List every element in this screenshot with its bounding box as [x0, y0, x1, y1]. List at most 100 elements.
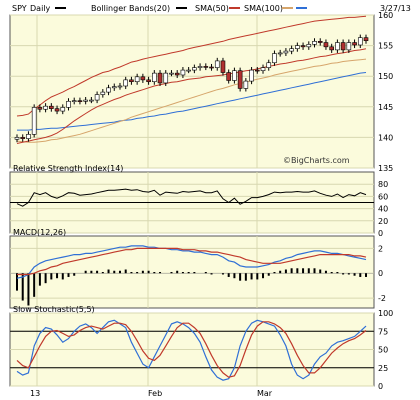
candle-body: [94, 94, 100, 101]
candle-body: [49, 105, 54, 109]
y-tick-label: 50: [378, 346, 388, 355]
candle-body: [226, 72, 231, 81]
candle-body: [37, 107, 43, 110]
candle-body: [220, 60, 226, 73]
candle-body: [306, 44, 312, 48]
y-tick-label: 20: [378, 217, 388, 226]
y-tick-label: 80: [378, 180, 388, 189]
candle-body: [340, 42, 346, 51]
candle-body: [237, 70, 243, 89]
candle-body: [209, 66, 214, 69]
x-axis-labels: 13 Feb Mar: [30, 389, 273, 398]
y-tick-label: 0: [378, 382, 383, 391]
legend-bollinger-label: Bollinger Bands(20): [91, 4, 170, 13]
x-label-mar: Mar: [257, 389, 273, 398]
candle-body: [289, 48, 294, 52]
candle-body: [106, 87, 111, 93]
candle-body: [157, 72, 163, 84]
candle-body: [123, 79, 129, 87]
candle-body: [20, 137, 26, 139]
candle-body: [117, 85, 123, 88]
candle-body: [352, 42, 357, 46]
y-tick-label: 160: [378, 11, 393, 20]
candle-body: [26, 134, 31, 139]
candle-body: [83, 99, 88, 102]
y-tick-label: 0: [378, 269, 383, 278]
candle-body: [163, 72, 169, 84]
y-tick-label: 150: [378, 72, 393, 81]
candle-body: [329, 46, 334, 51]
y-tick-label: 25: [378, 364, 388, 373]
stock-chart: SPY Daily Bollinger Bands(20) SMA(50) SM…: [9, 4, 411, 398]
watermark: ©BigCharts.com: [283, 156, 350, 165]
y-tick-label: 2: [378, 244, 383, 253]
legend-sma50-label: SMA(50): [195, 4, 229, 13]
y-tick-label: -2: [378, 294, 386, 303]
candle-body: [186, 69, 191, 72]
header-period: Daily: [30, 4, 51, 13]
candle-body: [323, 42, 329, 48]
candle-body: [266, 62, 272, 68]
candle-body: [335, 42, 340, 51]
candle-body: [249, 69, 254, 82]
panels: 135140145150155160020406080Relative Stre…: [9, 11, 393, 391]
candle-body: [31, 107, 37, 135]
candle-body: [14, 137, 20, 140]
candle-body: [54, 108, 60, 112]
candle-body: [363, 37, 369, 42]
candle-body: [134, 76, 140, 83]
candle-body: [146, 79, 151, 83]
y-tick-label: 100: [378, 309, 393, 318]
candle-body: [43, 105, 48, 110]
candle-body: [243, 80, 249, 89]
candle-body: [312, 41, 317, 45]
x-label-jan: 13: [30, 389, 40, 398]
candle-body: [129, 79, 134, 83]
candle-body: [260, 67, 266, 71]
candle-body: [277, 52, 283, 55]
candle-body: [169, 72, 174, 75]
candle-body: [152, 72, 157, 83]
y-tick-label: 135: [378, 164, 393, 173]
panel-title: Slow Stochastic(5,5): [13, 305, 95, 314]
panel-1: 0 20 40 60 80 Relative Strength Index(14): [9, 164, 388, 238]
y-tick-label: 140: [378, 133, 393, 142]
y-tick-label: 75: [378, 327, 388, 336]
panel-3: 0 25 50 75 100 Slow Stochastic(5,5): [9, 305, 393, 391]
candle-body: [300, 45, 306, 48]
y-tick-label: 0: [378, 229, 383, 238]
candle-body: [66, 100, 71, 108]
header-symbol: SPY: [12, 4, 27, 13]
candle-body: [60, 107, 66, 112]
candle-body: [357, 37, 363, 46]
x-label-feb: Feb: [148, 389, 162, 398]
candle-body: [174, 72, 180, 76]
candle-body: [272, 53, 277, 64]
candle-body: [214, 60, 220, 68]
panel-0: 135 140 145 150 155 160: [9, 11, 393, 173]
y-tick-label: 40: [378, 205, 388, 214]
chart-header: SPY Daily Bollinger Bands(20) SMA(50) SM…: [12, 4, 411, 13]
candle-body: [192, 67, 197, 71]
candle-body: [89, 99, 94, 102]
y-tick-label: 155: [378, 42, 393, 51]
candle-body: [140, 76, 146, 81]
y-tick-label: 145: [378, 103, 393, 112]
panel-2: -2 0 2 MACD(12,26): [9, 228, 386, 309]
candle-body: [232, 70, 237, 81]
candle-body: [295, 45, 300, 49]
candle-body: [317, 41, 323, 43]
candle-body: [77, 100, 83, 102]
y-tick-label: 60: [378, 192, 388, 201]
candle-body: [346, 42, 352, 51]
candle-body: [197, 66, 203, 68]
candle-body: [203, 66, 209, 68]
candle-body: [180, 69, 186, 76]
panel-title: Relative Strength Index(14): [13, 164, 123, 173]
candle-body: [100, 91, 106, 95]
legend-sma100-label: SMA(100): [244, 4, 283, 13]
candle-body: [111, 86, 117, 89]
candle-body: [71, 100, 77, 102]
candle-body: [254, 69, 260, 72]
candle-body: [283, 50, 289, 54]
